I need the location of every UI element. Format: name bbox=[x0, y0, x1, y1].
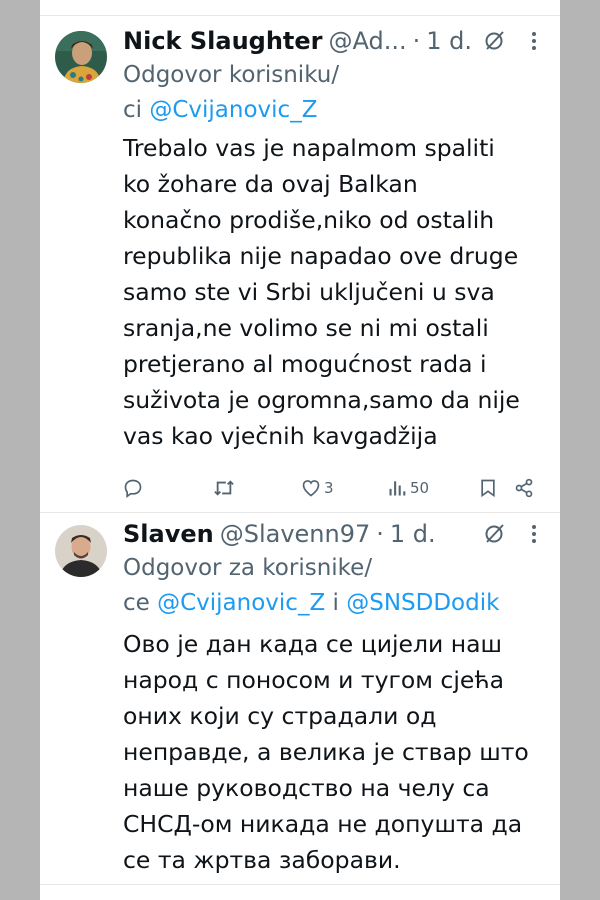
reply-icon bbox=[124, 479, 142, 498]
mention-joiner: i bbox=[332, 590, 339, 616]
retweet-icon bbox=[214, 480, 234, 496]
user-handle[interactable]: @Ad... bbox=[329, 27, 407, 55]
mention-link[interactable]: @Cvijanovic_Z bbox=[149, 97, 317, 123]
tweet-1[interactable]: Nick Slaughter @Ad... · 1 d. Odgovor kor… bbox=[40, 0, 560, 512]
bottom-divider bbox=[40, 884, 560, 885]
reply-button[interactable] bbox=[123, 473, 143, 503]
grok-icon[interactable] bbox=[483, 522, 507, 546]
avatar[interactable] bbox=[55, 31, 107, 83]
display-name[interactable]: Nick Slaughter bbox=[123, 27, 323, 55]
view-count: 50 bbox=[410, 479, 430, 497]
retweet-button[interactable] bbox=[213, 473, 235, 503]
more-icon[interactable] bbox=[531, 29, 537, 53]
reply-conj: ce bbox=[123, 590, 150, 616]
bookmark-icon bbox=[481, 479, 495, 498]
user-handle[interactable]: @Slavenn97 bbox=[220, 520, 371, 548]
grok-icon[interactable] bbox=[483, 29, 507, 53]
separator-dot: · bbox=[376, 520, 384, 548]
tweet-text: Ово је дан када се цијели наш народ с по… bbox=[123, 630, 529, 874]
views-button[interactable]: 50 bbox=[387, 473, 429, 503]
tweet-text: Trebalo vas je napalmom spaliti ko žohar… bbox=[123, 134, 520, 450]
more-icon[interactable] bbox=[531, 522, 537, 546]
reply-prefix: Odgovor korisniku/ bbox=[123, 62, 340, 88]
views-icon bbox=[389, 481, 406, 496]
timestamp[interactable]: 1 d. bbox=[390, 520, 436, 548]
separator-dot: · bbox=[412, 27, 421, 55]
share-button[interactable] bbox=[514, 473, 534, 503]
bookmark-button[interactable] bbox=[478, 473, 498, 503]
mention-link[interactable]: @SNSDDodik bbox=[346, 590, 499, 616]
display-name[interactable]: Slaven bbox=[123, 520, 214, 548]
action-bar: 3 50 bbox=[123, 473, 552, 503]
avatar[interactable] bbox=[55, 525, 107, 577]
reply-prefix: Odgovor za korisnike/ bbox=[123, 555, 373, 581]
tweet-2[interactable]: Slaven @Slavenn97 · 1 d. Odgovor za kori… bbox=[40, 513, 560, 900]
share-icon bbox=[515, 478, 533, 498]
reply-context: Odgovor za korisnike/ ce @Cvijanovic_Z i… bbox=[123, 551, 552, 621]
like-button[interactable]: 3 bbox=[301, 473, 334, 503]
like-count: 3 bbox=[324, 479, 334, 497]
like-icon bbox=[302, 480, 320, 497]
mention-link[interactable]: @Cvijanovic_Z bbox=[157, 590, 325, 616]
reply-context: Odgovor korisniku/ ci @Cvijanovic_Z bbox=[123, 58, 552, 128]
timeline-panel: Nick Slaughter @Ad... · 1 d. Odgovor kor… bbox=[40, 0, 560, 900]
reply-conj: ci bbox=[123, 97, 143, 123]
timestamp[interactable]: 1 d. bbox=[426, 27, 472, 55]
